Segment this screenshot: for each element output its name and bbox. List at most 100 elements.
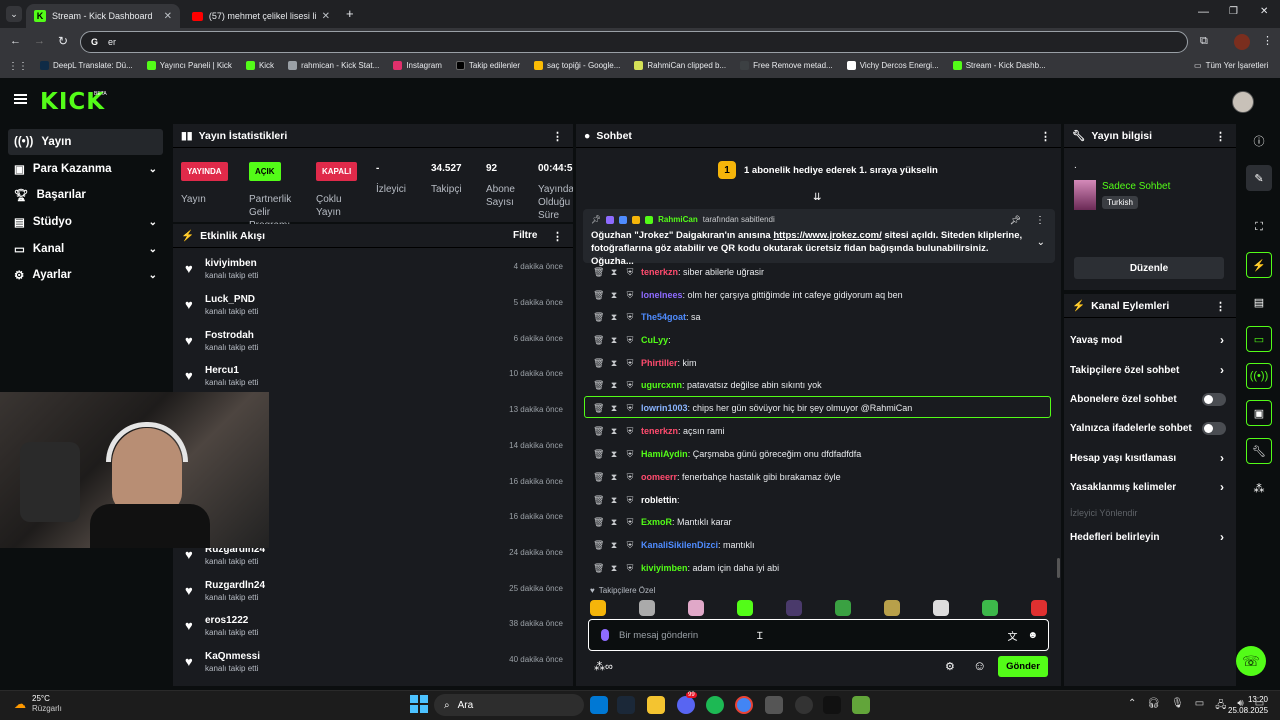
- expand-pinned-icon[interactable]: ⌄: [1037, 237, 1045, 248]
- toggle-switch[interactable]: [1202, 392, 1226, 406]
- user-avatar[interactable]: [1232, 91, 1254, 113]
- chat-username[interactable]: tenerkzn: [641, 267, 678, 277]
- channel-action-item[interactable]: Hedefleri belirleyin ›: [1070, 524, 1230, 550]
- browser-tab-youtube[interactable]: (57) mehmet çelikel lisesi liseler ✕: [184, 4, 338, 28]
- channel-action-item[interactable]: Yalnızca ifadelerle sohbet: [1070, 415, 1230, 441]
- taskbar-search[interactable]: ⌕ Ara: [434, 694, 584, 716]
- bookmark-remove-metadata[interactable]: Free Remove metad...: [740, 61, 833, 70]
- chat-icon[interactable]: ▭: [1246, 326, 1272, 352]
- filter-button[interactable]: Filtre: [513, 230, 537, 241]
- scroll-down-icon[interactable]: ⇊: [813, 192, 821, 203]
- weather-widget[interactable]: ☁ 25°C Rüzgarlı: [14, 694, 62, 714]
- back-icon[interactable]: ←: [10, 35, 21, 47]
- timeout-icon[interactable]: ⧗: [609, 426, 619, 437]
- delete-icon[interactable]: 🗑︎: [593, 380, 604, 391]
- extensions-icon[interactable]: ⧉: [1200, 35, 1208, 48]
- emote-icon[interactable]: [639, 600, 655, 616]
- activity-item[interactable]: ♥ eros1222 kanalı takip etti 38 dakika önce: [183, 615, 563, 651]
- chat-username[interactable]: oomeerr: [641, 472, 677, 482]
- timeout-icon[interactable]: ⧗: [609, 335, 619, 346]
- new-tab-button[interactable]: +: [346, 6, 354, 21]
- bookmark-yayinci-paneli[interactable]: Yayıncı Paneli | Kick: [146, 61, 232, 70]
- taskbar-minecraft[interactable]: [852, 696, 870, 714]
- activity-item[interactable]: ♥ Fostrodah kanalı takip etti 6 dakika önce: [183, 330, 563, 366]
- timeout-icon[interactable]: ⧗: [609, 290, 619, 301]
- timeout-icon[interactable]: ⧗: [609, 517, 619, 528]
- toggle-switch[interactable]: [1202, 421, 1226, 435]
- delete-icon[interactable]: 🗑︎: [593, 312, 604, 323]
- ban-icon[interactable]: ⛨: [625, 472, 635, 483]
- chat-username[interactable]: roblettin: [641, 495, 677, 505]
- address-bar[interactable]: G er: [80, 31, 1188, 53]
- chat-username[interactable]: tenerkzn: [641, 426, 678, 436]
- emote-icon[interactable]: [933, 600, 949, 616]
- timeout-icon[interactable]: ⧗: [609, 312, 619, 323]
- tab-search-button[interactable]: ⌄: [6, 6, 22, 22]
- timeout-icon[interactable]: ⧗: [609, 472, 619, 483]
- close-tab-icon[interactable]: ✕: [164, 11, 172, 22]
- follower-name[interactable]: Fostrodah: [205, 330, 254, 341]
- ban-icon[interactable]: ⛨: [625, 290, 635, 301]
- follower-name[interactable]: Hercu1: [205, 365, 239, 376]
- pinned-menu-icon[interactable]: ⋮: [1035, 215, 1045, 226]
- channel-actions-menu-icon[interactable]: ⋮: [1215, 300, 1226, 313]
- hamburger-menu-icon[interactable]: [14, 94, 27, 104]
- sidebar-item-kanal[interactable]: ▭ Kanal ⌄: [8, 236, 163, 262]
- info-icon[interactable]: ⓘ: [1246, 128, 1272, 154]
- maximize-button[interactable]: ❐: [1229, 6, 1238, 17]
- close-tab-icon[interactable]: ✕: [322, 11, 330, 22]
- bookmark-kick-stats[interactable]: rahmican - Kick Stat...: [288, 61, 379, 70]
- browser-menu-icon[interactable]: ⋮: [1262, 34, 1273, 47]
- emote-icon[interactable]: [737, 600, 753, 616]
- pinned-link[interactable]: https://www.jrokez.com/: [773, 230, 881, 241]
- bookmark-kick[interactable]: Kick: [245, 61, 274, 70]
- minimize-button[interactable]: —: [1198, 6, 1209, 18]
- ban-icon[interactable]: ⛨: [625, 267, 635, 278]
- stats-menu-icon[interactable]: ⋮: [552, 130, 563, 143]
- emote-icon[interactable]: [688, 600, 704, 616]
- chat-username[interactable]: HamiAydin: [641, 449, 688, 459]
- emote-icon[interactable]: [786, 600, 802, 616]
- timeout-icon[interactable]: ⧗: [609, 358, 619, 369]
- expand-icon[interactable]: ⛶: [1246, 214, 1272, 240]
- chat-username[interactable]: kiviyimben: [641, 563, 688, 573]
- ban-icon[interactable]: ⛨: [625, 312, 635, 323]
- chat-scrollbar[interactable]: [1057, 558, 1060, 578]
- chat-menu-icon[interactable]: ⋮: [1040, 130, 1051, 143]
- forward-icon[interactable]: →: [34, 35, 45, 47]
- chat-settings-icon[interactable]: ⚙: [945, 660, 955, 673]
- delete-icon[interactable]: 🗑︎: [593, 495, 604, 506]
- bookmark-deepl[interactable]: DeepL Translate: Dü...: [40, 61, 133, 70]
- gift-goal-banner[interactable]: 1 1 abonelik hediye ederek 1. sıraya yük…: [718, 161, 938, 179]
- emote-picker-icon[interactable]: ☺: [973, 658, 986, 673]
- timeout-icon[interactable]: ⧗: [609, 449, 619, 460]
- channel-action-item[interactable]: Takipçilere özel sohbet ›: [1070, 357, 1230, 383]
- delete-icon[interactable]: 🗑︎: [593, 267, 604, 278]
- bookmark-instagram[interactable]: Instagram: [393, 61, 442, 70]
- reload-icon[interactable]: ↻: [58, 34, 68, 48]
- ban-icon[interactable]: ⛨: [625, 426, 635, 437]
- delete-icon[interactable]: 🗑︎: [593, 426, 604, 437]
- mic-icon[interactable]: [601, 629, 609, 641]
- timeout-icon[interactable]: ⧗: [609, 563, 619, 574]
- unpin-icon[interactable]: 📌︎: [1010, 215, 1021, 226]
- activity-item[interactable]: ♥ kiviyimben kanalı takip etti 4 dakika önc…: [183, 258, 563, 294]
- delete-icon[interactable]: 🗑︎: [593, 472, 604, 483]
- close-window-button[interactable]: ✕: [1260, 6, 1268, 17]
- bookmark-kick-dashboard[interactable]: Stream - Kick Dashb...: [952, 61, 1046, 70]
- channel-action-item[interactable]: Yavaş mod ›: [1070, 327, 1230, 353]
- quick-actions-icon[interactable]: ⚡: [1246, 252, 1272, 278]
- chat-username[interactable]: Phirtiller: [641, 358, 678, 368]
- taskbar-app-9[interactable]: [823, 696, 841, 714]
- tools-icon[interactable]: 🔧︎: [1246, 438, 1272, 464]
- taskbar-app-7[interactable]: [765, 696, 783, 714]
- emote-icon[interactable]: [835, 600, 851, 616]
- apps-icon[interactable]: ⋮⋮: [8, 61, 28, 72]
- channel-action-item[interactable]: Yasaklanmış kelimeler ›: [1070, 474, 1230, 500]
- taskbar-app-1[interactable]: [590, 696, 608, 714]
- channel-action-item[interactable]: Abonelere özel sohbet: [1070, 386, 1230, 412]
- ban-icon[interactable]: ⛨: [625, 335, 635, 346]
- ban-icon[interactable]: ⛨: [625, 517, 635, 528]
- timeout-icon[interactable]: ⧗: [609, 540, 619, 551]
- profile-avatar[interactable]: [1234, 34, 1250, 50]
